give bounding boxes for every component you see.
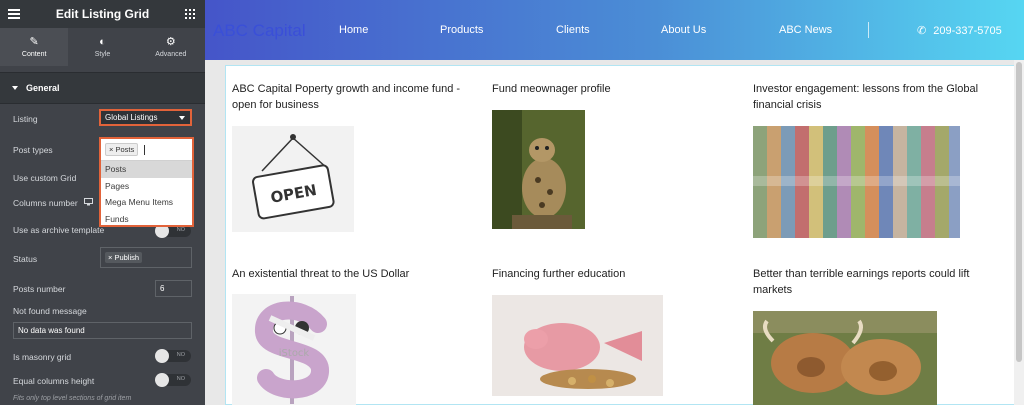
watermark-text: iStock (279, 348, 310, 359)
panel-tabs: ✎ Content ◐ Style ⚙ Advanced (0, 28, 205, 66)
not-found-label: Not found message (13, 306, 87, 316)
tab-content[interactable]: ✎ Content (0, 28, 69, 66)
toggle-state: NO (176, 352, 185, 358)
equal-columns-label: Equal columns height (13, 376, 95, 386)
card-title[interactable]: An existential threat to the US Dollar (232, 266, 472, 282)
toggle-knob (155, 373, 169, 387)
ocelot-image[interactable] (492, 110, 585, 229)
toggle-knob (155, 349, 169, 363)
highland-cattle-image[interactable] (753, 311, 937, 405)
page-scrollbar[interactable] (1014, 60, 1024, 405)
toggle-state: NO (176, 227, 185, 233)
tab-advanced[interactable]: ⚙ Advanced (137, 28, 205, 66)
use-as-archive-label: Use as archive template (13, 225, 105, 235)
card-title[interactable]: ABC Capital Poperty growth and income fu… (232, 81, 472, 113)
post-types-label: Post types (13, 145, 53, 155)
nav-products[interactable]: Products (440, 24, 483, 36)
masonry-label: Is masonry grid (13, 352, 72, 362)
section-general-header[interactable]: General (0, 72, 205, 104)
listing-label: Listing (13, 114, 38, 124)
phone-number: 209-337-5705 (933, 24, 1002, 37)
hamburger-menu-icon[interactable] (8, 9, 20, 19)
nav-home[interactable]: Home (339, 24, 368, 36)
not-found-input[interactable]: No data was found (13, 322, 192, 339)
currency-rolls-image[interactable] (753, 126, 960, 238)
option-pages[interactable]: Pages (101, 178, 192, 195)
masonry-toggle[interactable]: NO (155, 349, 191, 363)
panel-header: Edit Listing Grid (0, 0, 205, 28)
gear-icon: ⚙ (165, 35, 176, 48)
card-title[interactable]: Investor engagement: lessons from the Gl… (753, 81, 1003, 113)
nav-clients[interactable]: Clients (556, 24, 590, 36)
status-chip[interactable]: × Publish (105, 252, 143, 263)
widgets-grid-icon[interactable] (184, 9, 195, 19)
option-funds[interactable]: Funds (101, 211, 192, 228)
site-header: ABC Capital Home Products Clients About … (205, 0, 1024, 60)
tab-style-label: Style (94, 50, 111, 58)
tab-advanced-label: Advanced (155, 50, 187, 58)
nav-abc-news[interactable]: ABC News (779, 24, 832, 36)
half-circle-icon: ◐ (99, 35, 106, 48)
card-title[interactable]: Better than terrible earnings reports co… (753, 266, 1003, 298)
card-title[interactable]: Fund meownager profile (492, 81, 732, 97)
listing-grid: ABC Capital Poperty growth and income fu… (225, 65, 1024, 405)
toggle-state: NO (176, 376, 185, 382)
text-cursor (144, 144, 146, 155)
card-title[interactable]: Financing further education (492, 266, 732, 282)
phone-icon: ✆ (917, 25, 927, 37)
broken-piggy-bank-image[interactable] (492, 295, 663, 396)
option-posts[interactable]: Posts (101, 161, 192, 178)
nav-about-us[interactable]: About Us (661, 24, 706, 36)
panel-title: Edit Listing Grid (55, 7, 150, 21)
post-types-chip[interactable]: × Posts (105, 143, 139, 156)
tab-content-label: Content (21, 50, 47, 58)
posts-number-label: Posts number (13, 284, 66, 294)
caret-down-icon (12, 86, 18, 90)
pencil-icon: ✎ (29, 35, 39, 48)
use-custom-grid-label: Use custom Grid (13, 173, 77, 183)
caret-down-icon (179, 116, 185, 120)
dollar-sign-cartoon-image[interactable]: iStock (232, 294, 356, 405)
post-types-search[interactable]: × Posts (101, 139, 192, 161)
post-types-select-open[interactable]: × Posts Posts Pages Mega Menu Items Fund… (99, 137, 194, 227)
site-logo[interactable]: ABC Capital (213, 21, 306, 41)
desktop-icon[interactable] (84, 198, 93, 206)
scrollbar-thumb[interactable] (1016, 62, 1022, 362)
hint-text: Fits only top level sections of grid ite… (13, 395, 132, 402)
site-preview: ABC Capital Home Products Clients About … (205, 0, 1024, 405)
editor-panel: Edit Listing Grid ✎ Content ◐ Style ⚙ Ad… (0, 0, 205, 405)
columns-number-label: Columns number (13, 198, 78, 208)
posts-number-value: 6 (160, 284, 165, 293)
status-field[interactable]: × Publish (100, 247, 192, 268)
open-sign-image[interactable]: OPEN (232, 126, 354, 232)
phone-link[interactable]: ✆ 209-337-5705 (917, 24, 1002, 38)
section-title: General (26, 83, 60, 93)
posts-number-input[interactable]: 6 (155, 280, 192, 297)
option-mega-menu-items[interactable]: Mega Menu Items (101, 194, 192, 211)
listing-select[interactable]: Global Listings (99, 109, 192, 126)
equal-columns-toggle[interactable]: NO (155, 373, 191, 387)
nav-divider (868, 22, 869, 38)
status-label: Status (13, 254, 38, 264)
not-found-value: No data was found (18, 326, 85, 335)
tab-style[interactable]: ◐ Style (68, 28, 136, 66)
listing-select-value: Global Listings (105, 113, 158, 122)
